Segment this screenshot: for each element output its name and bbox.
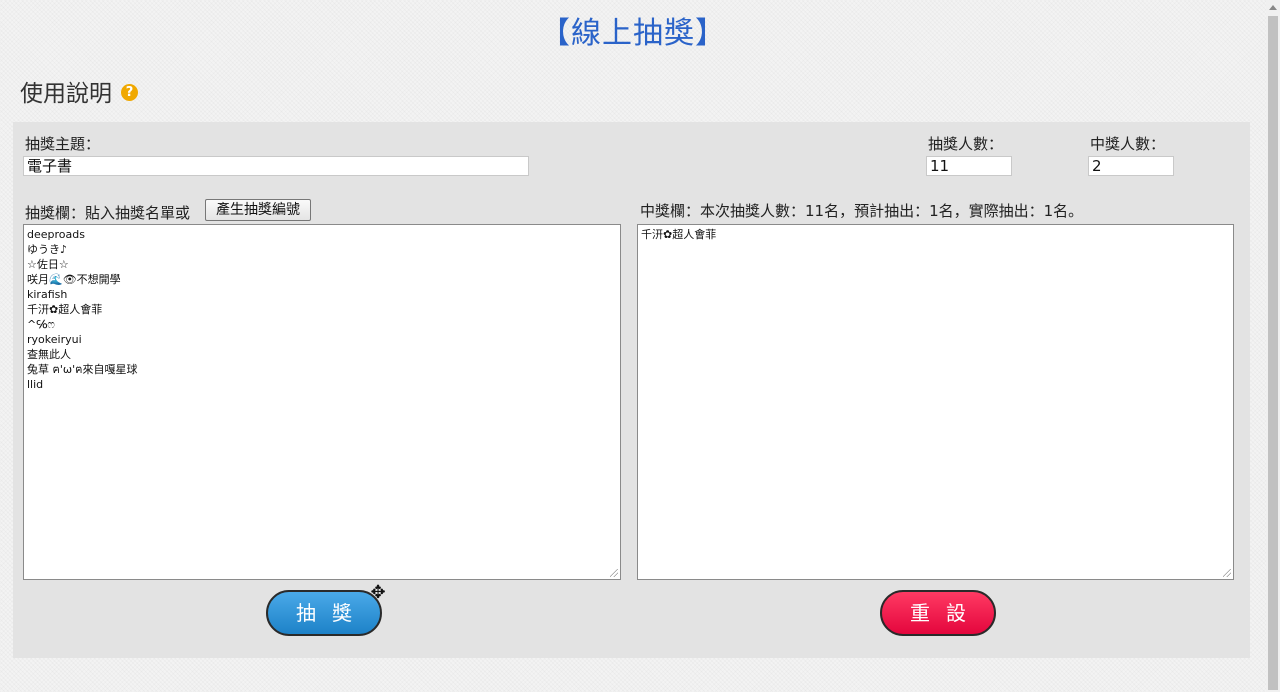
list-item: deeproads bbox=[27, 228, 85, 241]
list-item: ☆佐日☆ bbox=[27, 258, 69, 271]
entrants-count-label: 抽獎人數： bbox=[928, 135, 1004, 153]
move-cursor-icon: ✥ bbox=[370, 582, 386, 603]
reset-button[interactable]: 重設 bbox=[880, 590, 996, 636]
list-item: ゆうき♪ bbox=[27, 243, 68, 256]
page-title: 【線上抽獎】 bbox=[540, 16, 726, 51]
generate-numbers-button[interactable]: 產生抽獎編號 bbox=[205, 199, 311, 221]
winners-textarea[interactable]: 千汧✿超人會菲 bbox=[637, 224, 1234, 580]
list-item: llid bbox=[27, 378, 44, 391]
resize-grip[interactable] bbox=[610, 569, 618, 577]
winners-count-label: 中獎人數： bbox=[1090, 135, 1166, 153]
winners-count-input[interactable]: 2 bbox=[1088, 156, 1174, 176]
list-item: ryokeiryui bbox=[27, 333, 82, 346]
entrants-count-input[interactable]: 11 bbox=[926, 156, 1012, 176]
entries-label: 抽獎欄：貼入抽獎名單或 bbox=[25, 204, 191, 222]
scroll-thumb[interactable] bbox=[1268, 16, 1278, 690]
list-item: 千汧✿超人會菲 bbox=[27, 303, 103, 316]
list-item: 查無此人 bbox=[27, 348, 71, 361]
list-item: ^℅ෆ bbox=[27, 318, 55, 331]
resize-grip[interactable] bbox=[1223, 569, 1231, 577]
help-heading-text: 使用說明 bbox=[20, 81, 112, 107]
list-item: 咲月🌊👁不想開學 bbox=[27, 273, 121, 286]
vertical-scrollbar[interactable] bbox=[1266, 0, 1280, 692]
entries-textarea[interactable]: deeproads ゆうき♪ ☆佐日☆ 咲月🌊👁不想開學 kirafish 千汧✿超人會菲… bbox=[23, 224, 621, 580]
help-heading[interactable]: 使用說明 ? bbox=[20, 74, 138, 108]
winners-summary-label: 中獎欄：本次抽獎人數：11名，預計抽出：1名，實際抽出：1名。 bbox=[640, 202, 1084, 220]
list-item: kirafish bbox=[27, 288, 68, 301]
scroll-up-arrow-icon[interactable] bbox=[1266, 0, 1280, 14]
topic-label: 抽獎主題： bbox=[25, 135, 101, 153]
list-item: 千汧✿超人會菲 bbox=[641, 228, 717, 241]
list-item: 兔草 ฅ'ω'ฅ來自嘎星球 bbox=[27, 363, 138, 376]
topic-input[interactable]: 電子書 bbox=[23, 156, 529, 176]
question-icon[interactable]: ? bbox=[121, 84, 138, 101]
draw-button[interactable]: 抽獎 bbox=[266, 590, 382, 636]
lottery-panel: 抽獎主題： 電子書 抽獎人數： 11 中獎人數： 2 抽獎欄：貼入抽獎名單或 產… bbox=[13, 122, 1250, 658]
